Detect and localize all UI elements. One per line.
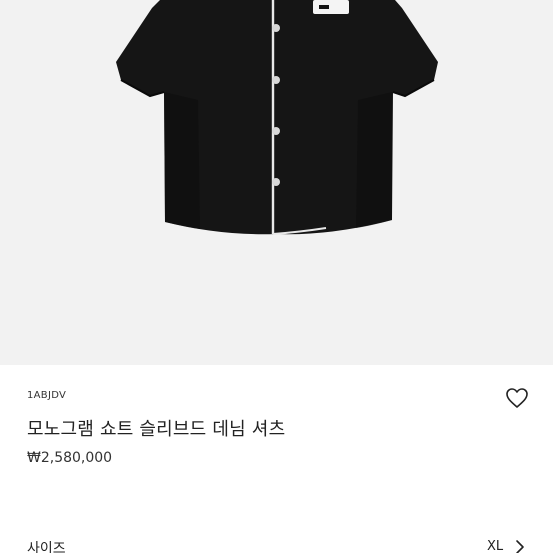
size-value: XL [487, 539, 504, 553]
shirt-shadow-right [356, 92, 392, 228]
heart-outline-icon [506, 388, 528, 408]
wishlist-button[interactable] [503, 385, 531, 411]
product-image[interactable] [0, 0, 553, 365]
product-title: 모노그램 쇼트 슬리브드 데님 셔츠 [27, 419, 286, 440]
product-sku: 1ABJDV [27, 390, 67, 401]
size-label: 사이즈 [27, 541, 66, 553]
product-price: ₩2,580,000 [27, 450, 113, 466]
shirt-button [272, 127, 280, 135]
shirt-button [272, 24, 280, 32]
product-info: 1ABJDV 모노그램 쇼트 슬리브드 데님 셔츠 ₩2,580,000 사이즈… [0, 365, 553, 553]
shirt-button [272, 178, 280, 186]
shirt-shadow-left [164, 92, 200, 229]
shirt-illustration [116, 0, 438, 235]
chest-patch [313, 0, 349, 14]
patch-mark [319, 5, 329, 9]
size-selector[interactable]: 사이즈 XL [0, 535, 553, 553]
chevron-right-icon [516, 540, 524, 553]
shirt-button [272, 76, 280, 84]
